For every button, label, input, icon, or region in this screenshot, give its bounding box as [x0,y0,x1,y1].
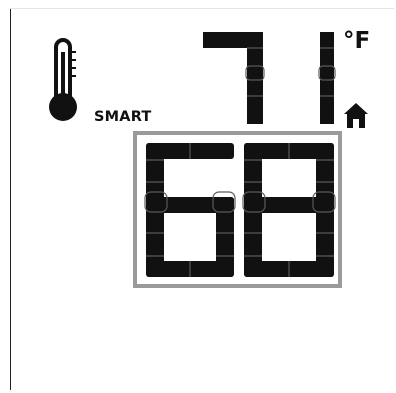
setpoint-temperature [144,143,336,277]
setpoint-digit-8 [242,143,336,277]
setpoint-digit-6 [144,143,236,277]
thermostat-display: SMART °F [0,0,396,393]
